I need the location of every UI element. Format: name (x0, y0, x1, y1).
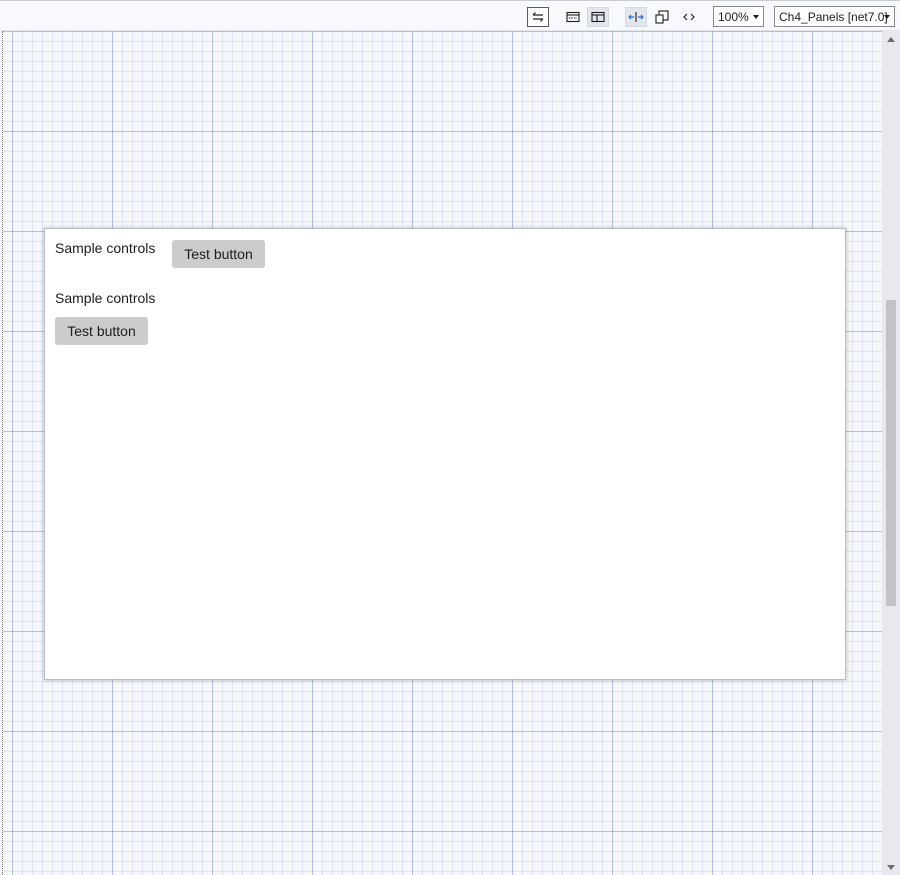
sample-controls-label-1: Sample controls (55, 240, 156, 256)
preview-window[interactable]: Sample controls Test button Sample contr… (44, 228, 846, 680)
chevron-down-icon (884, 15, 890, 19)
fit-width-button[interactable] (625, 7, 647, 27)
designer-toolbar: 100% Ch4_Panels [net7.0] (0, 0, 900, 31)
chevron-down-icon (753, 15, 759, 19)
swap-panes-button[interactable] (527, 7, 549, 27)
project-dropdown[interactable]: Ch4_Panels [net7.0] (774, 6, 895, 27)
test-button-2[interactable]: Test button (55, 317, 148, 345)
artboard-icon (655, 10, 669, 24)
project-value: Ch4_Panels [net7.0] (779, 9, 888, 24)
horizontal-split-button[interactable] (562, 7, 584, 27)
fit-width-icon (628, 12, 644, 22)
zoom-value: 100% (718, 9, 749, 24)
scroll-thumb[interactable] (886, 300, 896, 606)
horizontal-split-icon (566, 11, 580, 23)
vertical-split-button[interactable] (587, 7, 609, 27)
vertical-scrollbar[interactable] (882, 31, 900, 875)
sample-controls-label-2: Sample controls (55, 290, 156, 306)
zoom-dropdown[interactable]: 100% (713, 6, 764, 27)
test-button-1[interactable]: Test button (172, 240, 265, 268)
swap-arrows-icon (532, 12, 544, 22)
code-view-button[interactable] (678, 7, 700, 27)
vertical-split-icon (591, 11, 605, 23)
artboard-button[interactable] (651, 7, 673, 27)
scroll-up-icon[interactable] (887, 37, 895, 42)
code-brackets-icon (683, 13, 695, 21)
scroll-down-icon[interactable] (887, 865, 895, 870)
